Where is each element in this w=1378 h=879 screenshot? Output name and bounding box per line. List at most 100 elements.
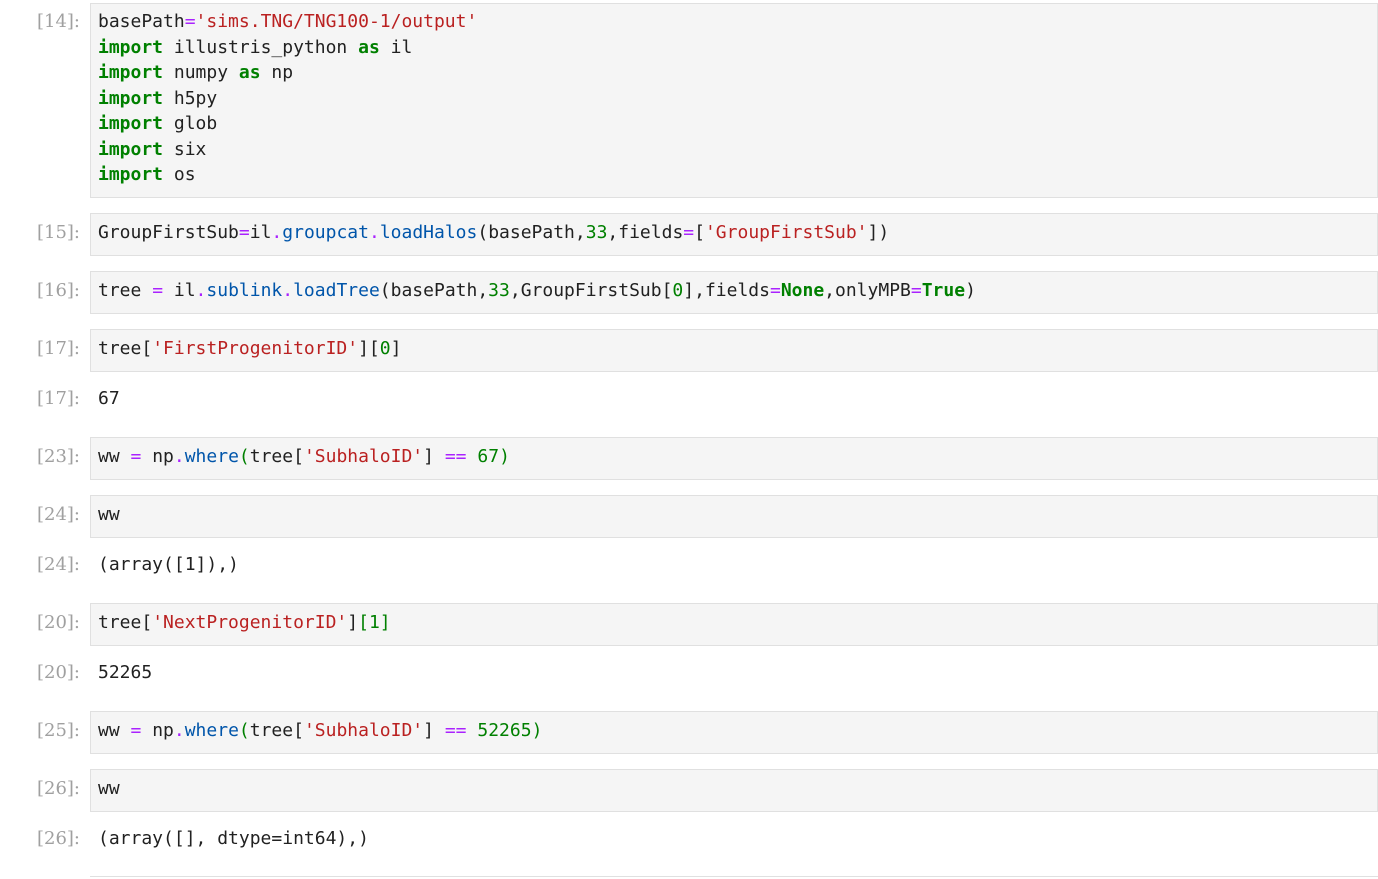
code-token: )	[965, 280, 976, 301]
code-token: ]	[390, 338, 402, 359]
code-token: ][	[358, 338, 380, 359]
output-prompt: [24]:	[36, 554, 80, 575]
code-line: ww = np.where(tree['SubhaloID'] == 67)	[98, 444, 510, 470]
output-prompt: [20]:	[36, 662, 80, 683]
code-token: where	[184, 446, 239, 467]
code-token: .	[282, 280, 294, 301]
code-token: os	[163, 164, 196, 185]
code-token: .	[195, 280, 207, 301]
code-token: numpy	[163, 62, 239, 83]
code-token: 'GroupFirstSub'	[704, 222, 868, 243]
code-token: ww	[98, 778, 120, 799]
code-token: loadTree	[293, 280, 380, 301]
code-token: =	[184, 11, 196, 32]
code-token: 'SubhaloID'	[303, 720, 424, 741]
code-token: ]	[347, 612, 359, 633]
input-prompt: [25]:	[36, 720, 80, 741]
code-token: .	[173, 720, 185, 741]
code-token: tree[	[98, 612, 153, 633]
code-token: h5py	[163, 88, 218, 109]
code-token: =	[683, 222, 695, 243]
code-token: .	[271, 222, 283, 243]
code-token: tree[	[98, 338, 153, 359]
cell-separator	[90, 876, 1378, 877]
code-token: 'sims.TNG/TNG100-1/output'	[195, 11, 478, 32]
code-token: import	[98, 88, 164, 109]
code-line: import glob	[98, 111, 217, 137]
code-token: il	[249, 222, 272, 243]
code-token: import	[98, 164, 164, 185]
cell-output: (array([1]),)	[98, 554, 239, 575]
code-token: where	[184, 720, 239, 741]
input-prompt: [20]:	[36, 612, 80, 633]
code-line: import illustris_python as il	[98, 35, 412, 61]
output-prompt: [26]:	[36, 828, 80, 849]
code-token: =	[130, 720, 142, 741]
code-token: )	[499, 446, 510, 467]
cell-output: 52265	[98, 662, 153, 683]
code-token: as	[358, 37, 380, 58]
code-token: (basePath,	[477, 222, 586, 243]
code-token: ,onlyMPB	[824, 280, 911, 301]
code-line: basePath='sims.TNG/TNG100-1/output'	[98, 9, 477, 35]
code-cell[interactable]	[90, 769, 1378, 812]
code-token: ]	[423, 446, 445, 467]
code-token: .	[173, 446, 185, 467]
code-token: (	[238, 446, 250, 467]
code-token: tree[	[249, 720, 304, 741]
code-token: 52265	[477, 720, 532, 741]
code-token: sublink	[206, 280, 283, 301]
code-token: =	[769, 280, 781, 301]
code-token: ])	[867, 222, 890, 243]
code-line: ww	[98, 776, 120, 802]
code-cell[interactable]	[90, 495, 1378, 538]
code-token: np	[141, 446, 174, 467]
code-token: 'FirstProgenitorID'	[152, 338, 359, 359]
code-token: 33	[488, 280, 510, 301]
code-token: =	[130, 446, 142, 467]
code-token: GroupFirstSub	[98, 222, 239, 243]
code-token: il	[379, 37, 413, 58]
code-token: 0	[379, 338, 391, 359]
code-token: import	[98, 113, 164, 134]
code-line: GroupFirstSub=il.groupcat.loadHalos(base…	[98, 220, 889, 246]
code-token: 'SubhaloID'	[303, 446, 424, 467]
code-token: [	[358, 612, 369, 633]
code-token: =	[910, 280, 922, 301]
input-prompt: [26]:	[36, 778, 80, 799]
code-token: ww	[98, 720, 131, 741]
code-token: True	[921, 280, 966, 301]
code-token: import	[98, 139, 164, 160]
code-token: ]	[379, 612, 391, 633]
code-token: None	[780, 280, 825, 301]
code-token: 1	[368, 612, 380, 633]
code-token: ],fields	[683, 280, 770, 301]
code-line: import os	[98, 162, 196, 188]
code-line: tree['NextProgenitorID'][1]	[98, 610, 391, 636]
code-token: il	[163, 280, 196, 301]
code-token: ww	[98, 446, 131, 467]
code-token: 67	[477, 446, 500, 467]
input-prompt: [23]:	[36, 446, 80, 467]
code-token: tree	[98, 280, 153, 301]
code-token: tree[	[249, 446, 304, 467]
code-token: groupcat	[282, 222, 369, 243]
code-token: 0	[672, 280, 684, 301]
input-prompt: [24]:	[36, 504, 80, 525]
code-token: import	[98, 62, 164, 83]
code-token: ,GroupFirstSub[	[509, 280, 673, 301]
code-token: loadHalos	[379, 222, 478, 243]
input-prompt: [16]:	[36, 280, 80, 301]
code-token: six	[163, 139, 207, 160]
code-token: ==	[444, 446, 467, 467]
code-line: import six	[98, 137, 206, 163]
code-token: illustris_python	[163, 37, 359, 58]
code-token: np	[141, 720, 174, 741]
input-prompt: [17]:	[36, 338, 80, 359]
code-token: np	[260, 62, 294, 83]
code-line: ww	[98, 502, 120, 528]
cell-output: (array([], dtype=int64),)	[98, 828, 369, 849]
code-token: (	[238, 720, 250, 741]
